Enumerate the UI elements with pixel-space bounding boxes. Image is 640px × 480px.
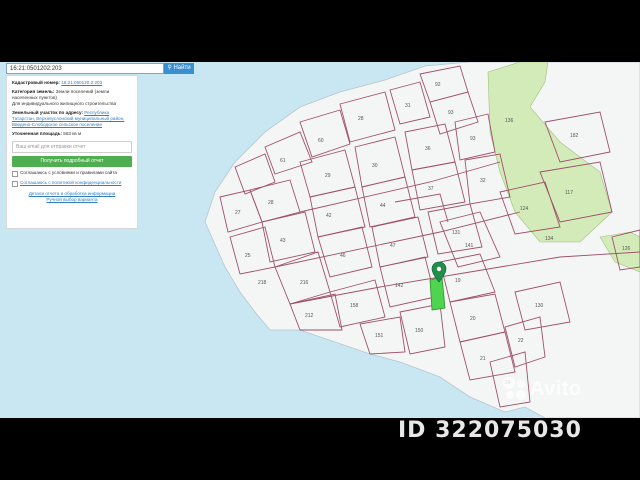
listing-id-watermark: ID 322075030 [398,418,582,443]
consent-text: Соглашаюсь с условиями и правилами сайта [20,170,117,175]
area-row: Уточненная площадь: 563 кв м [12,131,132,137]
search-button[interactable]: ⚲ Найти [164,63,194,74]
parcel-label: 36 [425,146,431,152]
get-report-button[interactable]: Получить подробный отчет [12,156,132,167]
cadastral-number-row: Кадастровый номер: 16:21:050120:2:203 [12,80,132,86]
parcel-label: 28 [268,200,274,206]
parcel-label: 212 [305,313,314,319]
address-label: Земельный участок по адресу: [12,110,83,115]
parcel-label: 158 [350,303,359,309]
parcel-label: 43 [280,238,286,244]
consent-checkbox[interactable] [12,171,18,177]
avito-logo-icon [503,377,526,400]
parcel-info-panel: Кадастровый номер: 16:21:050120:2:203 Ка… [6,75,138,229]
parcel-label: 126 [622,246,631,252]
privacy-checkbox-row: Соглашаюсь с политикой конфиденциальност… [12,180,132,187]
privacy-link[interactable]: Соглашаюсь с политикой конфиденциальност… [20,180,121,187]
land-use-value: Для индивидуального жилищного строительс… [12,101,117,106]
search-icon: ⚲ [167,65,172,71]
parcel-label: 21 [480,356,486,362]
parcel-label: 130 [535,303,544,309]
email-field[interactable]: Ваш email для отправки отчет [12,141,132,153]
parcel-label: 25 [245,253,251,259]
parcel-label: 142 [395,283,404,289]
parcel-label: 136 [505,118,514,124]
parcel-label: 117 [565,190,573,196]
parcel-label: 27 [235,210,241,216]
parcel-label: 141 [465,243,474,249]
parcel-label: 124 [520,206,529,212]
category-label: Категория земель: [12,89,55,94]
parcel-label: 182 [570,133,579,139]
address-row: Земельный участок по адресу: Республика … [12,110,132,128]
parcel-label: 216 [300,280,309,286]
parcel-label: 31 [405,103,411,109]
parcel-label: 46 [340,253,346,259]
area-value: 563 кв м [63,131,82,136]
category-row: Категория земель: Земли поселений (земли… [12,89,132,107]
parcel-label: 44 [380,203,386,209]
parcel-label: 93 [448,110,454,116]
manual-select-link[interactable]: Ручной выбор варианта [12,197,132,203]
privacy-checkbox[interactable] [12,181,18,187]
avito-watermark: Avito [530,378,582,400]
cadastral-number-label: Кадастровый номер: [12,80,60,85]
letterbox-top [0,0,640,62]
parcel-label: 30 [372,163,378,169]
parcel-label: 37 [428,186,434,192]
cadastral-search-input[interactable]: 16:21:0501202:203 [6,63,164,74]
parcel-label: 134 [545,236,554,242]
parcel-label: 92 [435,82,441,88]
selected-parcel[interactable] [429,276,446,311]
consent-checkbox-row: Соглашаюсь с условиями и правилами сайта [12,170,132,177]
parcel-label: 151 [375,333,384,339]
parcel-label: 29 [325,173,331,179]
parcel-label: 93 [470,136,476,142]
parcel-label: 150 [415,328,424,334]
area-label: Уточненная площадь: [12,131,62,136]
parcel-label: 28 [358,116,364,122]
search-button-label: Найти [173,65,191,71]
search-bar: 16:21:0501202:203 ⚲ Найти [6,63,194,74]
parcel-label: 218 [258,280,267,286]
parcel-label: 42 [326,213,332,219]
parcel-label: 61 [280,158,286,164]
parcel-label: 131 [452,230,461,236]
parcel-label: 22 [518,338,524,344]
cadastral-number-link[interactable]: 16:21:050120:2:203 [61,80,102,85]
parcel-label: 60 [318,138,324,144]
parcel-label: 32 [480,178,486,184]
parcel-label: 20 [470,316,476,322]
parcel-label: 19 [455,278,461,284]
parcel-label: 47 [390,243,396,249]
